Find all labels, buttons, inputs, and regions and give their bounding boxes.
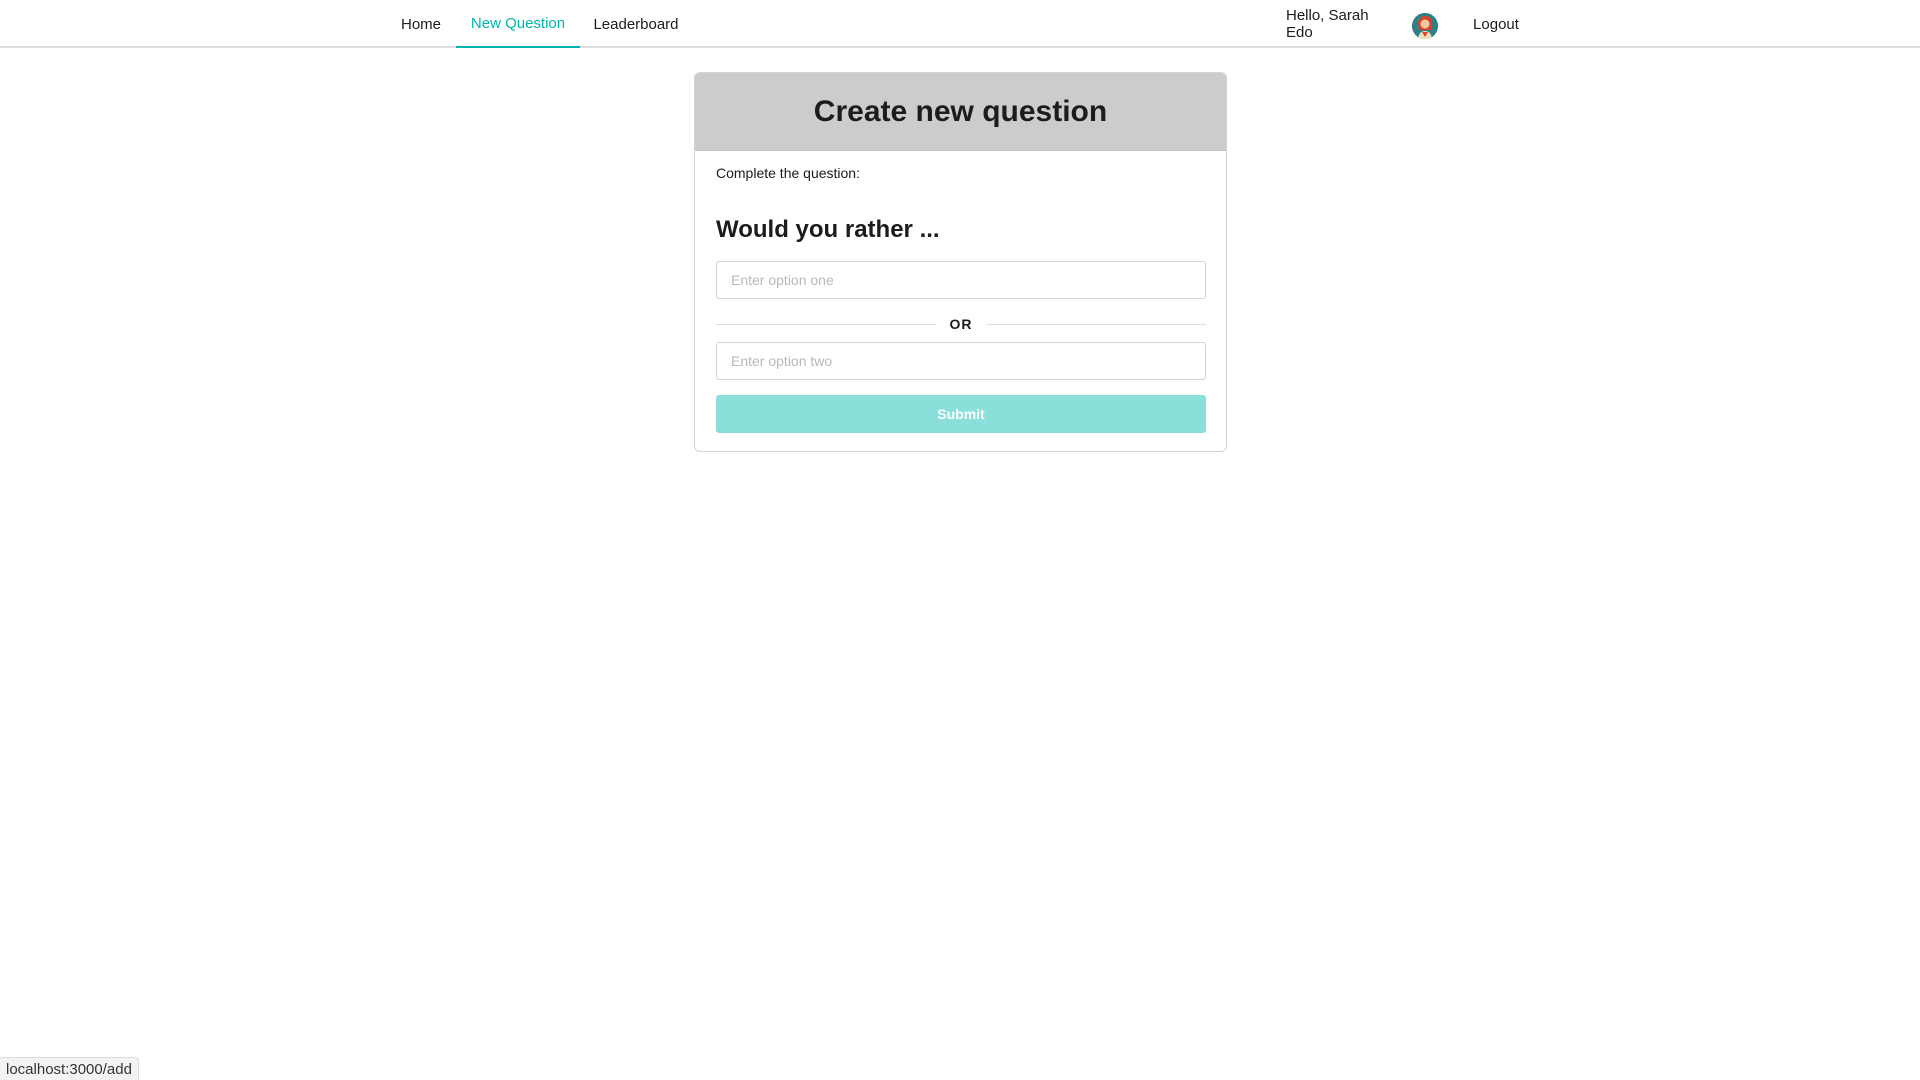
- nav-leaderboard-link[interactable]: Leaderboard: [580, 0, 692, 48]
- submit-button[interactable]: Submit: [716, 395, 1206, 433]
- option-two-input[interactable]: [716, 342, 1206, 380]
- logout-link[interactable]: Logout: [1460, 0, 1532, 48]
- status-bar-url: localhost:3000/add: [0, 1057, 139, 1080]
- option-one-input[interactable]: [716, 261, 1206, 299]
- or-label: OR: [949, 316, 973, 332]
- card-title: Create new question: [695, 73, 1226, 151]
- top-nav-bar: Home New Question Leaderboard Hello, Sar…: [0, 0, 1920, 48]
- divider-line-left: [716, 323, 936, 325]
- nav-new-question-link[interactable]: New Question: [456, 0, 580, 48]
- user-greeting-text: Hello, Sarah Edo: [1286, 7, 1369, 41]
- avatar: [1412, 13, 1438, 39]
- new-question-card: Create new question Complete the questio…: [694, 72, 1227, 452]
- user-avatar-icon: [1412, 13, 1438, 39]
- nav-home-link[interactable]: Home: [386, 0, 456, 48]
- question-prompt: Complete the question:: [716, 165, 860, 181]
- divider-line-right: [986, 323, 1206, 325]
- would-you-rather-heading: Would you rather ...: [716, 216, 940, 243]
- or-divider: OR: [716, 314, 1206, 334]
